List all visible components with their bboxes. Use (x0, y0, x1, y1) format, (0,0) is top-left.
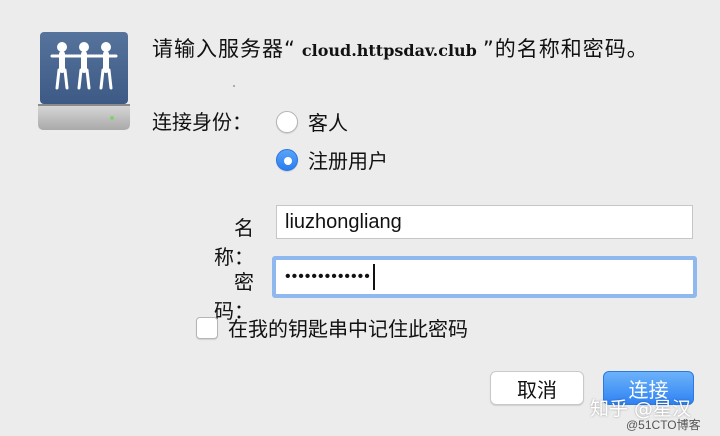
password-mask: ••••••••••••• (285, 268, 371, 285)
remember-password-checkbox[interactable] (196, 316, 218, 339)
name-label: 名称： (214, 216, 254, 269)
prompt-prefix: 请输入服务器“ (152, 37, 296, 61)
connect-as-label: 连接身份： (152, 110, 252, 134)
shared-server-icon (36, 30, 132, 134)
radio-guest[interactable]: 客人 (276, 107, 348, 136)
radio-button[interactable] (276, 110, 298, 133)
password-field[interactable]: ••••••••••••• (272, 256, 697, 298)
divider-dot (233, 85, 235, 87)
cancel-button[interactable]: 取消 (490, 371, 584, 405)
radio-registered-user-label: 注册用户 (308, 149, 388, 173)
radio-button-selected[interactable] (276, 148, 298, 171)
prompt-message: 请输入服务器“ cloud.httpsdav.club ”的名称和密码。 (152, 33, 649, 63)
radio-registered-user[interactable]: 注册用户 (276, 145, 388, 174)
name-field[interactable]: liuzhongliang (276, 205, 693, 239)
server-name: cloud.httpsdav.club (301, 41, 477, 60)
watermark-51cto: @51CTO博客 (626, 418, 701, 432)
text-caret (372, 264, 375, 290)
remember-password-option[interactable]: 在我的钥匙串中记住此密码 (196, 313, 468, 342)
radio-guest-label: 客人 (308, 111, 348, 135)
remember-password-label: 在我的钥匙串中记住此密码 (228, 317, 468, 341)
prompt-suffix: ”的名称和密码。 (482, 37, 649, 61)
name-field-value: liuzhongliang (285, 210, 402, 233)
